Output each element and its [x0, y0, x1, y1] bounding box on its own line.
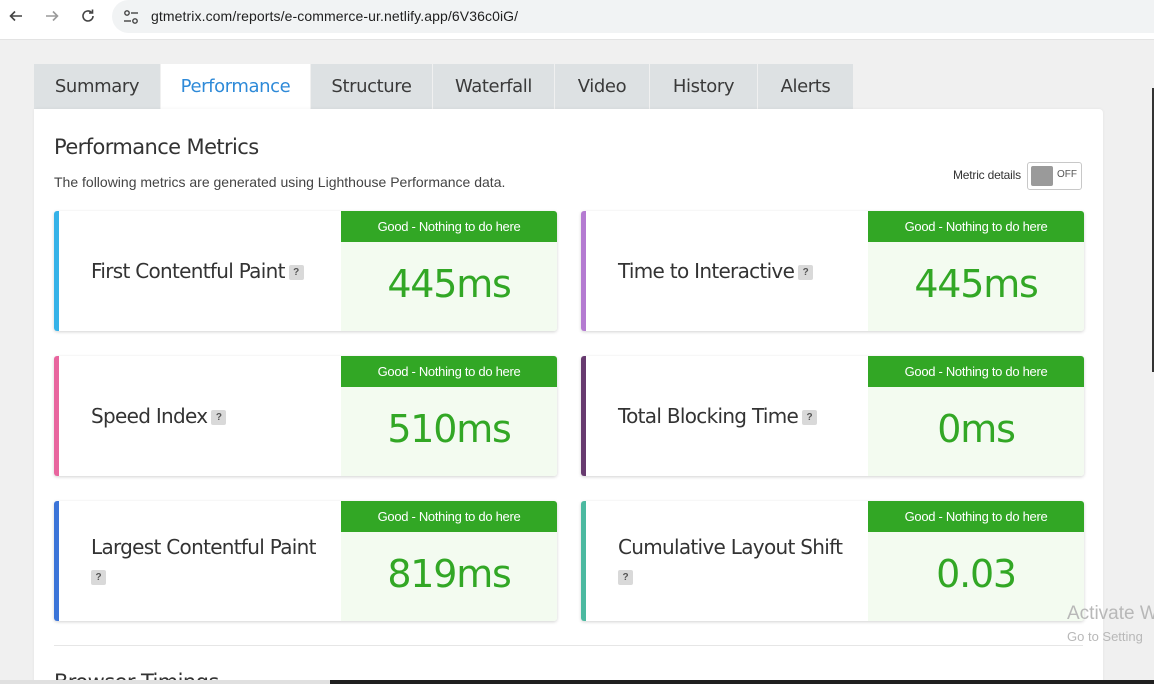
metric-grade: Good - Nothing to do here 819ms [341, 501, 557, 621]
metric-label: Time to Interactive? [618, 257, 858, 286]
report-tabs: Summary Performance Structure Waterfall … [34, 64, 854, 109]
metric-value: 819ms [387, 552, 512, 596]
performance-panel: Performance Metrics The following metric… [34, 109, 1103, 684]
metric-card-largest-contentful-paint: Largest Contentful Paint? Good - Nothing… [54, 501, 557, 621]
metric-value: 510ms [387, 407, 512, 451]
help-icon[interactable]: ? [798, 265, 814, 280]
metric-label: Largest Contentful Paint? [91, 535, 316, 585]
metric-details-toggle[interactable]: OFF [1027, 162, 1082, 190]
grade-banner: Good - Nothing to do here [868, 356, 1084, 387]
grade-banner: Good - Nothing to do here [868, 501, 1084, 532]
help-icon[interactable]: ? [91, 570, 106, 585]
metric-card-cumulative-layout-shift: Cumulative Layout Shift? Good - Nothing … [581, 501, 1084, 621]
tab-history[interactable]: History [650, 64, 758, 109]
tab-alerts[interactable]: Alerts [758, 64, 854, 109]
metric-card-first-contentful-paint: First Contentful Paint? Good - Nothing t… [54, 211, 557, 331]
metric-grade: Good - Nothing to do here 445ms [868, 211, 1084, 331]
toggle-state: OFF [1057, 169, 1077, 180]
tab-structure[interactable]: Structure [311, 64, 433, 109]
watermark-line-2: Go to Setting [1067, 629, 1143, 644]
browser-toolbar: gtmetrix.com/reports/e-commerce-ur.netli… [0, 0, 1154, 40]
metric-label: Total Blocking Time? [618, 402, 858, 431]
grade-banner: Good - Nothing to do here [341, 501, 557, 532]
metric-card-time-to-interactive: Time to Interactive? Good - Nothing to d… [581, 211, 1084, 331]
metric-value: 445ms [914, 262, 1039, 306]
arrow-right-icon [46, 10, 59, 22]
metric-value: 0ms [937, 407, 1016, 451]
taskbar-edge [0, 680, 1154, 684]
forward-button[interactable] [40, 4, 64, 28]
metric-grade: Good - Nothing to do here 0ms [868, 356, 1084, 476]
address-bar[interactable]: gtmetrix.com/reports/e-commerce-ur.netli… [112, 0, 1154, 33]
metric-label: Speed Index? [91, 402, 331, 431]
section-divider [54, 645, 1083, 646]
metric-accent-bar [54, 356, 59, 476]
grade-banner: Good - Nothing to do here [341, 211, 557, 242]
taskbar-segment [0, 680, 330, 684]
metric-accent-bar [54, 501, 59, 621]
metric-grade: Good - Nothing to do here 445ms [341, 211, 557, 331]
metric-accent-bar [581, 356, 586, 476]
reload-icon [82, 9, 94, 22]
panel-description: The following metrics are generated usin… [54, 174, 506, 190]
activation-watermark: Activate W Go to Setting [1067, 603, 1154, 644]
metric-accent-bar [54, 211, 59, 331]
back-button[interactable] [4, 4, 28, 28]
report-page: Summary Performance Structure Waterfall … [0, 40, 1154, 684]
metric-value: 445ms [387, 262, 512, 306]
grade-banner: Good - Nothing to do here [341, 356, 557, 387]
help-icon[interactable]: ? [288, 265, 304, 280]
help-icon[interactable]: ? [618, 570, 633, 585]
tab-video[interactable]: Video [555, 64, 650, 109]
metric-grade: Good - Nothing to do here 510ms [341, 356, 557, 476]
tab-waterfall[interactable]: Waterfall [433, 64, 555, 109]
metric-accent-bar [581, 211, 586, 331]
arrow-left-icon [9, 10, 22, 22]
page-title: Performance Metrics [54, 135, 259, 159]
tune-icon[interactable] [122, 8, 140, 26]
reload-button[interactable] [76, 4, 100, 28]
metric-details-label: Metric details [953, 168, 1021, 182]
metric-value: 0.03 [936, 552, 1017, 596]
metric-label: First Contentful Paint? [91, 257, 331, 286]
watermark-line-1: Activate W [1067, 603, 1154, 624]
toggle-knob [1031, 166, 1053, 186]
metric-label: Cumulative Layout Shift? [618, 535, 843, 585]
help-icon[interactable]: ? [802, 410, 818, 425]
metric-card-total-blocking-time: Total Blocking Time? Good - Nothing to d… [581, 356, 1084, 476]
metric-card-speed-index: Speed Index? Good - Nothing to do here 5… [54, 356, 557, 476]
metric-grade: Good - Nothing to do here 0.03 [868, 501, 1084, 621]
url-text[interactable]: gtmetrix.com/reports/e-commerce-ur.netli… [151, 8, 518, 24]
tab-performance[interactable]: Performance [161, 64, 311, 109]
help-icon[interactable]: ? [211, 410, 227, 425]
grade-banner: Good - Nothing to do here [868, 211, 1084, 242]
tab-summary[interactable]: Summary [34, 64, 161, 109]
metric-accent-bar [581, 501, 586, 621]
